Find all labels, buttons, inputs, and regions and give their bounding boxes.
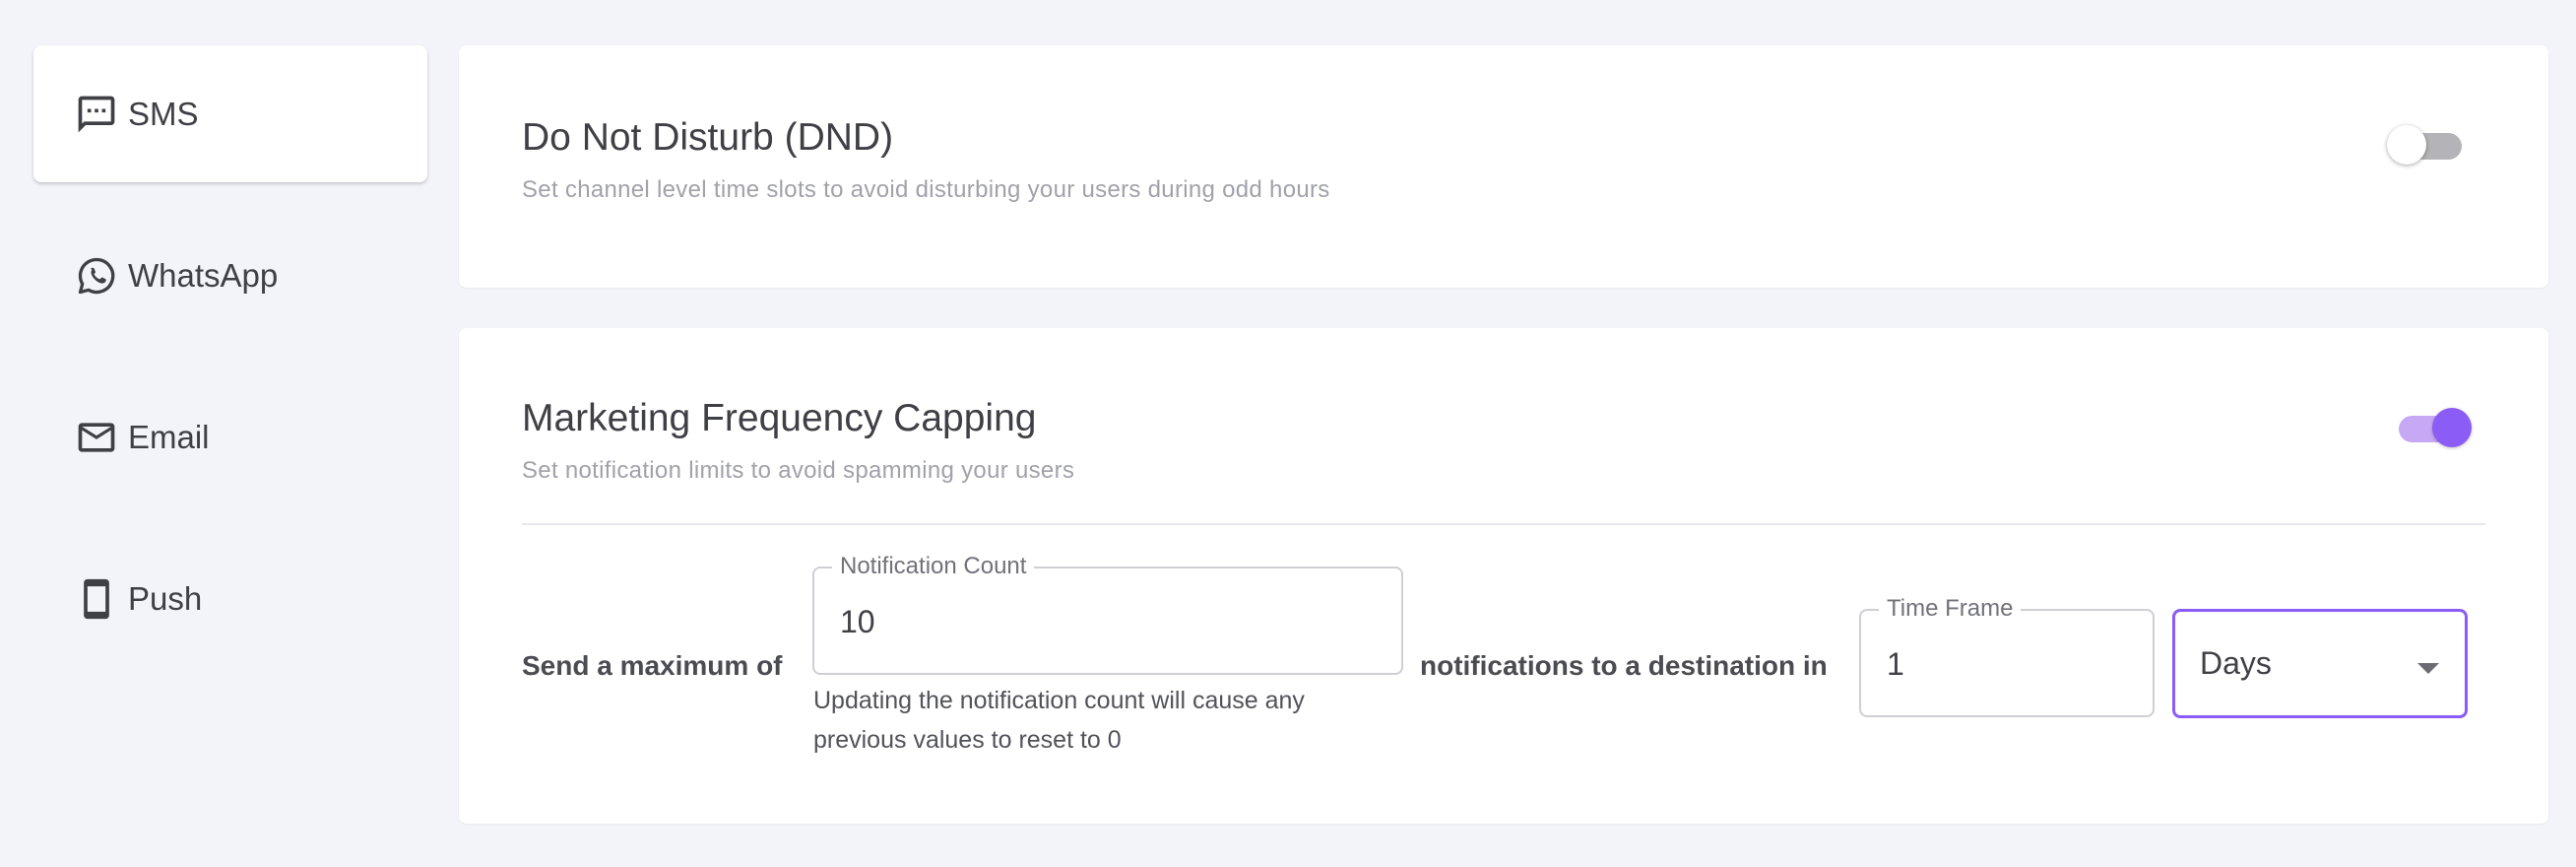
section-divider	[522, 523, 2485, 525]
toggle-thumb	[2387, 125, 2426, 165]
destination-timeframe-label: notifications to a destination in	[1420, 650, 1828, 681]
notification-count-label: Notification Count	[832, 553, 1035, 580]
frequency-capping-title: Marketing Frequency Capping	[522, 397, 1037, 439]
send-maximum-label: Send a maximum of	[522, 650, 783, 681]
dnd-description: Set channel level time slots to avoid di…	[522, 176, 1330, 203]
dnd-title: Do Not Disturb (DND)	[522, 116, 894, 159]
frequency-capping-description: Set notification limits to avoid spammin…	[522, 457, 1075, 484]
frequency-capping-card: Marketing Frequency Capping Set notifica…	[459, 328, 2548, 824]
sidebar-item-email[interactable]: Email	[33, 368, 427, 505]
notification-count-helper: Updating the notification count will cau…	[813, 687, 1305, 754]
notification-settings-page: SMS WhatsApp Email Push Do Not Disturb (…	[0, 0, 2576, 867]
time-frame-label: Time Frame	[1879, 595, 2022, 623]
sidebar-item-label: WhatsApp	[128, 256, 279, 294]
time-unit-value: Days	[2200, 645, 2272, 681]
sidebar-item-label: SMS	[128, 95, 199, 132]
channel-sidebar: SMS WhatsApp Email Push	[33, 45, 427, 692]
dnd-toggle[interactable]	[2387, 125, 2466, 165]
notification-count-field[interactable]: Notification Count 10	[812, 553, 1403, 675]
sidebar-item-label: Email	[128, 418, 210, 455]
sidebar-item-push[interactable]: Push	[33, 530, 427, 667]
frequency-capping-toggle[interactable]	[2393, 408, 2472, 447]
whatsapp-icon	[75, 254, 118, 298]
time-frame-value[interactable]: 1	[1887, 646, 1904, 683]
push-icon	[75, 577, 118, 621]
email-icon	[75, 416, 118, 459]
toggle-thumb	[2432, 408, 2472, 447]
sidebar-item-sms[interactable]: SMS	[33, 45, 427, 182]
chevron-down-icon	[2417, 663, 2439, 674]
notification-count-value[interactable]: 10	[840, 604, 875, 640]
sidebar-item-label: Push	[128, 579, 203, 617]
time-unit-select[interactable]: Days	[2172, 609, 2468, 718]
time-frame-field[interactable]: Time Frame 1	[1859, 595, 2155, 717]
dnd-card: Do Not Disturb (DND) Set channel level t…	[459, 45, 2548, 288]
sms-icon	[75, 93, 118, 136]
sidebar-item-whatsapp[interactable]: WhatsApp	[33, 207, 427, 344]
